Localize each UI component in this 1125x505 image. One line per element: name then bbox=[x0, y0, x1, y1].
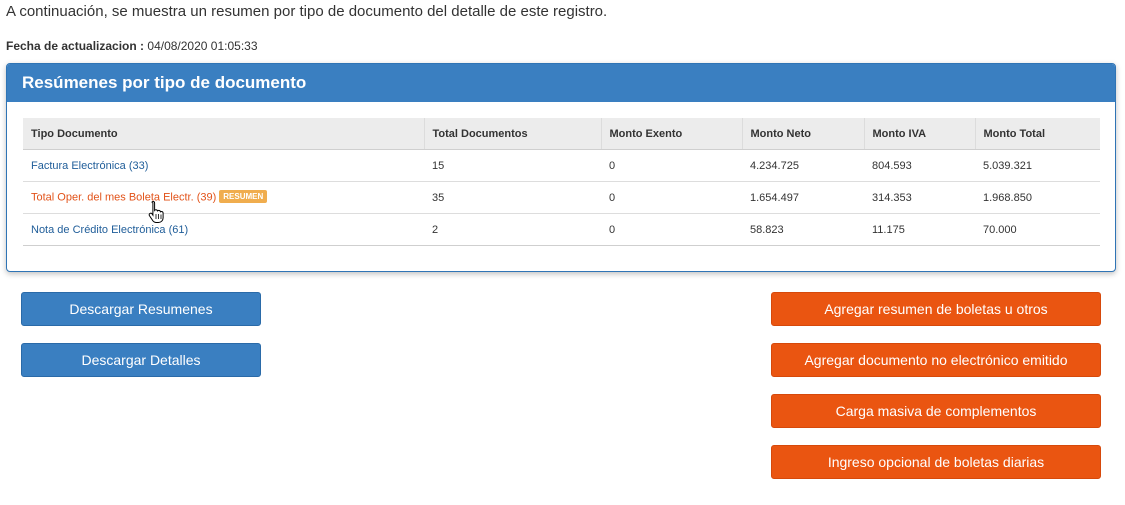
cell-monto-exento: 0 bbox=[601, 181, 742, 214]
header-tipo-documento: Tipo Documento bbox=[23, 118, 424, 150]
cell-monto-neto: 1.654.497 bbox=[742, 181, 864, 214]
bulk-upload-complements-button[interactable]: Carga masiva de complementos bbox=[771, 394, 1101, 428]
cell-monto-neto: 4.234.725 bbox=[742, 149, 864, 182]
header-total-documentos: Total Documentos bbox=[423, 118, 601, 150]
update-value: 04/08/2020 01:05:33 bbox=[147, 39, 258, 53]
summary-panel: Resúmenes por tipo de documento Tipo Doc… bbox=[6, 63, 1116, 272]
summary-table: Tipo Documento Total Documentos Monto Ex… bbox=[23, 118, 1100, 246]
cell-monto-iva: 314.353 bbox=[864, 181, 975, 214]
cell-total-documentos: 15 bbox=[424, 149, 601, 182]
cell-total-documentos: 2 bbox=[424, 213, 601, 246]
table-row: Total Oper. del mes Boleta Electr. (39) R… bbox=[23, 181, 1100, 214]
cell-monto-exento: 0 bbox=[601, 149, 742, 182]
cell-monto-iva: 11.175 bbox=[864, 213, 975, 246]
cell-monto-total: 70.000 bbox=[975, 213, 1100, 246]
header-monto-exento: Monto Exento bbox=[600, 118, 742, 150]
doc-type-link[interactable]: Total Oper. del mes Boleta Electr. (39) bbox=[31, 191, 216, 203]
header-monto-total: Monto Total bbox=[974, 118, 1100, 150]
download-summaries-button[interactable]: Descargar Resumenes bbox=[21, 292, 261, 326]
add-summary-button[interactable]: Agregar resumen de boletas u otros bbox=[771, 292, 1101, 326]
intro-text: A continuación, se muestra un resumen po… bbox=[6, 3, 608, 20]
table-row: Nota de Crédito Electrónica (61) 2 0 58.… bbox=[23, 213, 1100, 246]
update-line: Fecha de actualizacion : 04/08/2020 01:0… bbox=[6, 39, 258, 53]
hand-pointer-icon bbox=[148, 200, 164, 223]
daily-receipts-entry-button[interactable]: Ingreso opcional de boletas diarias bbox=[771, 445, 1101, 479]
download-details-button[interactable]: Descargar Detalles bbox=[21, 343, 261, 377]
doc-type-link[interactable]: Factura Electrónica (33) bbox=[31, 160, 148, 172]
cell-monto-total: 5.039.321 bbox=[975, 149, 1100, 182]
doc-type-link[interactable]: Nota de Crédito Electrónica (61) bbox=[31, 224, 188, 236]
header-monto-iva: Monto IVA bbox=[863, 118, 975, 150]
cell-monto-neto: 58.823 bbox=[742, 213, 864, 246]
table-header-row: Tipo Documento Total Documentos Monto Ex… bbox=[23, 118, 1100, 150]
cell-monto-exento: 0 bbox=[601, 213, 742, 246]
cell-total-documentos: 35 bbox=[424, 181, 601, 214]
cell-monto-total: 1.968.850 bbox=[975, 181, 1100, 214]
resumen-badge: RESUMEN bbox=[219, 190, 268, 203]
table-row: Factura Electrónica (33) 15 0 4.234.725 … bbox=[23, 149, 1100, 182]
cell-monto-iva: 804.593 bbox=[864, 149, 975, 182]
add-non-electronic-document-button[interactable]: Agregar documento no electrónico emitido bbox=[771, 343, 1101, 377]
update-label: Fecha de actualizacion : bbox=[6, 39, 145, 53]
panel-title: Resúmenes por tipo de documento bbox=[7, 64, 1115, 102]
header-monto-neto: Monto Neto bbox=[741, 118, 864, 150]
